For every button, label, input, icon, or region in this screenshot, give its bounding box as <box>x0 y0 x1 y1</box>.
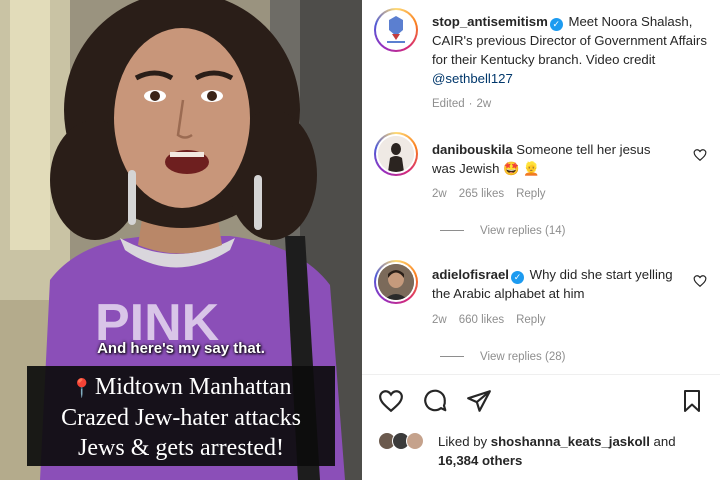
caption-line-3: Jews & gets arrested! <box>78 435 284 461</box>
replies-divider-line <box>440 356 464 358</box>
comment-2-view-replies-label[interactable]: View replies (28) <box>480 351 565 363</box>
likes-and: and <box>653 434 676 449</box>
liked-by-user[interactable]: shoshanna_keats_jaskoll <box>491 434 650 449</box>
person-photo-icon <box>378 136 414 172</box>
replies-divider-line <box>440 230 464 232</box>
liker-avatar-3[interactable] <box>406 432 424 450</box>
author-username[interactable]: stop_antisemitism <box>432 14 548 29</box>
caption-line-2: Crazed Jew-hater attacks <box>61 405 301 431</box>
likes-count[interactable]: 16,384 others <box>438 451 522 470</box>
stop-antisemitism-logo-icon <box>387 16 405 43</box>
comment-1-like-heart-icon[interactable] <box>693 148 707 162</box>
likes-prefix: Liked by <box>438 434 488 449</box>
caption-line-1-text: Midtown Manhattan <box>94 374 292 400</box>
comment-1-meta: 2w 265 likes Reply <box>432 188 558 200</box>
comment-2-username[interactable]: adielofisrael <box>432 267 509 282</box>
comment-2-likes[interactable]: 660 likes <box>459 314 504 326</box>
comment-1-age: 2w <box>432 188 447 200</box>
comment-2: adielofisrael ✓ Why did she start yelling… <box>432 265 682 303</box>
comment-2-age: 2w <box>432 314 447 326</box>
comment-2-like-heart-icon[interactable] <box>693 274 707 288</box>
meta-separator: · <box>468 98 473 110</box>
comment-2-meta: 2w 660 likes Reply <box>432 314 558 326</box>
comment-1-username[interactable]: danibouskila <box>432 142 513 157</box>
person-photo-icon <box>378 264 414 300</box>
likes-summary: Liked by shoshanna_keats_jaskoll and <box>438 432 708 451</box>
comment-2-view-replies[interactable]: View replies (28) <box>440 351 565 363</box>
video-subtitle: And here's my say that. <box>97 340 265 357</box>
commenter-avatar-danibouskila[interactable] <box>374 132 418 176</box>
comment-icon[interactable] <box>422 388 448 414</box>
share-icon[interactable] <box>466 388 492 414</box>
comment-1-view-replies[interactable]: View replies (14) <box>440 225 565 237</box>
post-caption: stop_antisemitism ✓ Meet Noora Shalash, C… <box>432 12 712 88</box>
heart-icon[interactable] <box>378 388 404 414</box>
mention-link[interactable]: @sethbell127 <box>432 71 513 86</box>
post-age: 2w <box>476 98 492 110</box>
comment-1-likes[interactable]: 265 likes <box>459 188 504 200</box>
edited-label: Edited <box>432 98 465 110</box>
actions-divider <box>362 374 720 375</box>
post-media[interactable]: PINK And here's my say that. 📍Midtown Ma… <box>0 0 362 480</box>
commenter-avatar-adielofisrael[interactable] <box>374 260 418 304</box>
author-avatar[interactable] <box>374 8 418 52</box>
likes-others[interactable]: 16,384 others <box>438 453 522 468</box>
verified-badge-icon: ✓ <box>510 271 524 284</box>
comments-panel: stop_antisemitism ✓ Meet Noora Shalash, C… <box>362 0 720 480</box>
comment-2-reply-button[interactable]: Reply <box>516 314 545 326</box>
video-caption-overlay: 📍Midtown Manhattan Crazed Jew-hater atta… <box>27 366 335 466</box>
bookmark-icon[interactable] <box>680 388 704 414</box>
location-pin-icon: 📍 <box>70 378 93 398</box>
verified-badge-icon: ✓ <box>549 18 563 31</box>
post-meta: Edited · 2w <box>432 98 503 110</box>
comment-1: danibouskila Someone tell her jesus was … <box>432 140 677 178</box>
caption-line-1: 📍Midtown Manhattan <box>31 372 331 403</box>
comment-1-reply-button[interactable]: Reply <box>516 188 545 200</box>
comment-1-view-replies-label[interactable]: View replies (14) <box>480 225 565 237</box>
